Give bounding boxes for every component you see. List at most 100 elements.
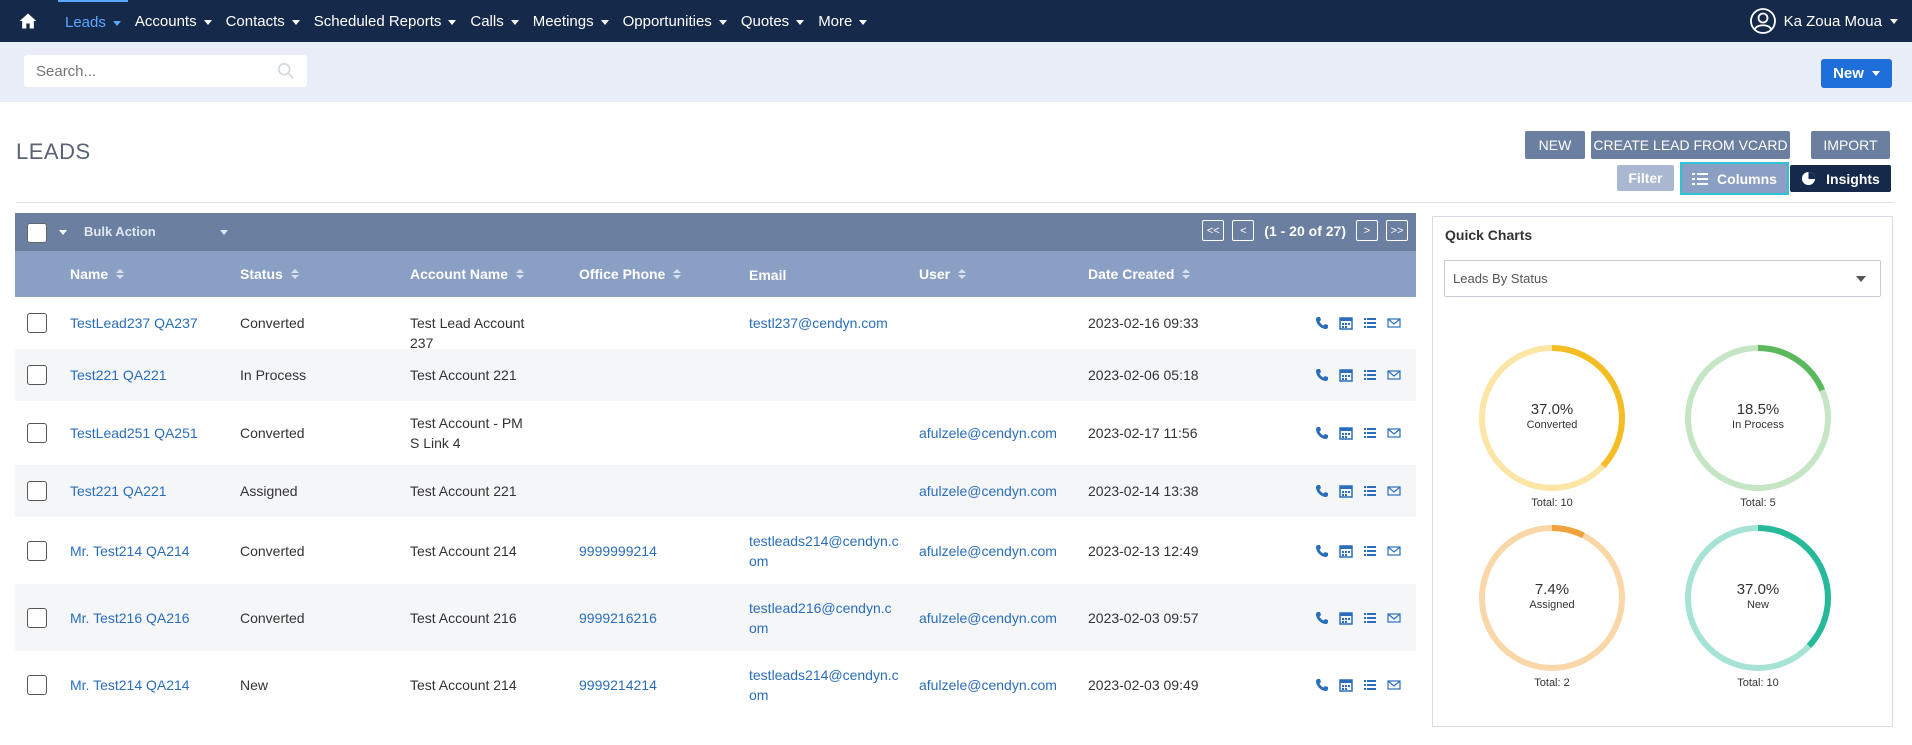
row-checkbox[interactable] bbox=[27, 674, 47, 695]
search-input[interactable] bbox=[24, 55, 264, 87]
email-icon[interactable] bbox=[1387, 368, 1401, 382]
row-checkbox[interactable] bbox=[27, 607, 47, 628]
row-checkbox[interactable] bbox=[27, 365, 47, 385]
nav-quotes[interactable]: Quotes bbox=[734, 0, 811, 42]
select-all-checkbox[interactable] bbox=[27, 223, 47, 243]
calendar-icon[interactable] bbox=[1339, 678, 1353, 692]
cell-phone[interactable]: 9999999214 bbox=[579, 541, 657, 561]
cell-account: Test Account 221 bbox=[410, 483, 517, 499]
cell-user[interactable]: afulzele@cendyn.com bbox=[919, 423, 1057, 443]
chevron-down-icon bbox=[219, 230, 228, 236]
insights-button[interactable]: Insights bbox=[1790, 165, 1891, 192]
row-actions bbox=[1315, 426, 1401, 440]
top-nav: Leads Accounts Contacts Scheduled Report… bbox=[0, 0, 1912, 42]
first-page-button[interactable]: << bbox=[1202, 220, 1225, 241]
bulk-action-dropdown[interactable]: Bulk Action bbox=[84, 224, 228, 239]
cell-user[interactable]: afulzele@cendyn.com bbox=[919, 541, 1057, 561]
cell-status: New bbox=[240, 676, 269, 693]
phone-icon[interactable] bbox=[1315, 368, 1329, 382]
calendar-icon[interactable] bbox=[1339, 368, 1353, 382]
select-all-dropdown-icon[interactable] bbox=[59, 230, 67, 235]
task-list-icon[interactable] bbox=[1363, 678, 1377, 692]
row-actions bbox=[1315, 368, 1401, 382]
phone-icon[interactable] bbox=[1315, 611, 1329, 625]
columns-button[interactable]: Columns bbox=[1680, 162, 1789, 195]
cell-user[interactable]: afulzele@cendyn.com bbox=[919, 608, 1057, 628]
new-dropdown-button[interactable]: New bbox=[1821, 59, 1892, 88]
col-user[interactable]: User bbox=[919, 266, 967, 282]
row-actions bbox=[1315, 611, 1401, 625]
task-list-icon[interactable] bbox=[1363, 484, 1377, 498]
nav-calls[interactable]: Calls bbox=[463, 0, 525, 42]
nav-opportunities[interactable]: Opportunities bbox=[616, 0, 734, 42]
calendar-icon[interactable] bbox=[1339, 611, 1353, 625]
nav-leads[interactable]: Leads bbox=[58, 0, 128, 42]
col-office-phone[interactable]: Office Phone bbox=[579, 266, 682, 282]
email-icon[interactable] bbox=[1387, 611, 1401, 625]
donut-chart-assigned: 7.4% Assigned Total: 2 bbox=[1477, 523, 1627, 689]
col-date-created[interactable]: Date Created bbox=[1088, 266, 1191, 282]
nav-contacts[interactable]: Contacts bbox=[219, 0, 307, 42]
task-list-icon[interactable] bbox=[1363, 544, 1377, 558]
phone-icon[interactable] bbox=[1315, 544, 1329, 558]
task-list-icon[interactable] bbox=[1363, 368, 1377, 382]
email-icon[interactable] bbox=[1387, 316, 1401, 330]
phone-icon[interactable] bbox=[1315, 426, 1329, 440]
cell-phone[interactable]: 9999216216 bbox=[579, 608, 657, 628]
user-menu[interactable]: Ka Zoua Moua bbox=[1749, 0, 1898, 42]
cell-user[interactable]: afulzele@cendyn.com bbox=[919, 675, 1057, 695]
calendar-icon[interactable] bbox=[1339, 426, 1353, 440]
task-list-icon[interactable] bbox=[1363, 426, 1377, 440]
cell-name[interactable]: Mr. Test214 QA214 bbox=[70, 675, 190, 695]
cell-email[interactable]: testleads214@cendyn.com bbox=[749, 665, 899, 705]
cell-email[interactable]: testleads214@cendyn.com bbox=[749, 531, 899, 571]
next-page-button[interactable]: > bbox=[1356, 220, 1378, 241]
task-list-icon[interactable] bbox=[1363, 611, 1377, 625]
nav-more[interactable]: More bbox=[811, 0, 874, 42]
phone-icon[interactable] bbox=[1315, 316, 1329, 330]
cell-name[interactable]: Mr. Test216 QA216 bbox=[70, 608, 190, 628]
sort-icon bbox=[1182, 269, 1191, 279]
filter-button[interactable]: Filter bbox=[1617, 165, 1674, 191]
cell-name[interactable]: Test221 QA221 bbox=[70, 365, 167, 385]
calendar-icon[interactable] bbox=[1339, 544, 1353, 558]
cell-phone[interactable]: 9999214214 bbox=[579, 675, 657, 695]
last-page-button[interactable]: >> bbox=[1386, 220, 1408, 241]
search-icon[interactable] bbox=[277, 62, 295, 80]
row-checkbox[interactable] bbox=[27, 423, 47, 443]
email-icon[interactable] bbox=[1387, 544, 1401, 558]
email-icon[interactable] bbox=[1387, 426, 1401, 440]
donut-label: Converted bbox=[1526, 419, 1578, 431]
col-status[interactable]: Status bbox=[240, 266, 299, 282]
cell-email[interactable]: testl237@cendyn.com bbox=[749, 313, 899, 333]
task-list-icon[interactable] bbox=[1363, 316, 1377, 330]
create-lead-from-vcard-button[interactable]: CREATE LEAD FROM VCARD bbox=[1591, 131, 1790, 159]
home-button[interactable] bbox=[0, 0, 56, 42]
email-icon[interactable] bbox=[1387, 484, 1401, 498]
cell-name[interactable]: TestLead237 QA237 bbox=[70, 313, 198, 333]
cell-name[interactable]: TestLead251 QA251 bbox=[70, 423, 198, 443]
row-checkbox[interactable] bbox=[27, 481, 47, 501]
cell-email[interactable]: testlead216@cendyn.com bbox=[749, 598, 899, 638]
col-name[interactable]: Name bbox=[70, 266, 125, 282]
row-checkbox[interactable] bbox=[27, 313, 47, 333]
cell-name[interactable]: Mr. Test214 QA214 bbox=[70, 541, 190, 561]
calendar-icon[interactable] bbox=[1339, 484, 1353, 498]
prev-page-button[interactable]: < bbox=[1232, 220, 1255, 241]
phone-icon[interactable] bbox=[1315, 484, 1329, 498]
email-icon[interactable] bbox=[1387, 678, 1401, 692]
row-checkbox[interactable] bbox=[27, 540, 47, 561]
calendar-icon[interactable] bbox=[1339, 316, 1353, 330]
phone-icon[interactable] bbox=[1315, 678, 1329, 692]
new-lead-button[interactable]: NEW bbox=[1525, 131, 1585, 159]
import-button[interactable]: IMPORT bbox=[1811, 131, 1890, 159]
nav-accounts[interactable]: Accounts bbox=[128, 0, 219, 42]
cell-name[interactable]: Test221 QA221 bbox=[70, 481, 167, 501]
cell-user[interactable]: afulzele@cendyn.com bbox=[919, 481, 1057, 501]
chart-type-select[interactable]: Leads By Status bbox=[1444, 260, 1881, 297]
table-header: Name Status Account Name Office Phone Em… bbox=[15, 251, 1416, 297]
col-account-name[interactable]: Account Name bbox=[410, 266, 525, 282]
nav-scheduled-reports[interactable]: Scheduled Reports bbox=[307, 0, 464, 42]
cell-date: 2023-02-06 05:18 bbox=[1088, 367, 1199, 383]
nav-meetings[interactable]: Meetings bbox=[526, 0, 616, 42]
